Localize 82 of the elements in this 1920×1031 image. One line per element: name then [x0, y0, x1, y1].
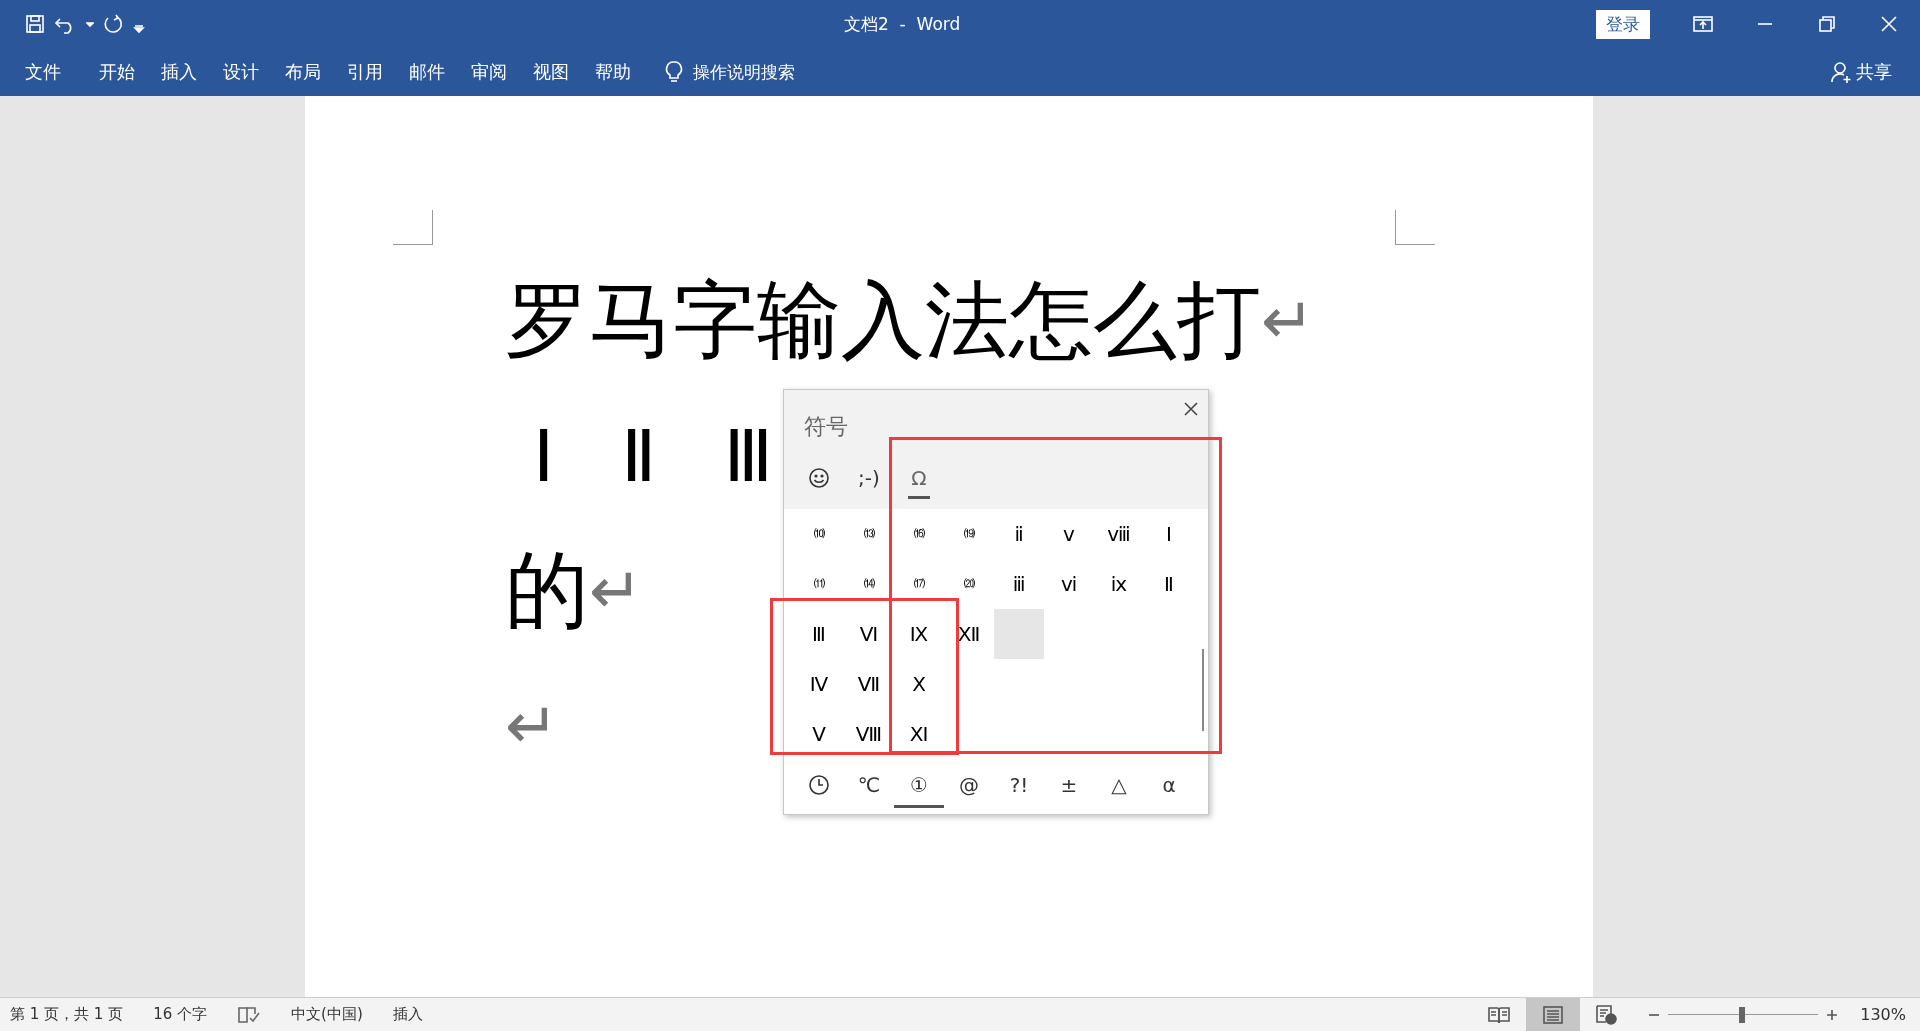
ribbon-tab[interactable]: 插入 [161, 60, 197, 84]
symbol-cell[interactable]: ⒃ [911, 523, 927, 544]
ribbon-tab[interactable]: 开始 [99, 60, 135, 84]
category-tab[interactable]: ① [894, 764, 944, 809]
symbol-tab[interactable]: ;-) [858, 459, 880, 499]
document-text: 的 [505, 539, 589, 641]
symbol-cell[interactable]: ⒇ [961, 573, 977, 594]
zoom-level[interactable]: 130% [1860, 1005, 1906, 1024]
smiley-icon [808, 466, 830, 489]
symbol-cell[interactable]: ⅲ [1011, 571, 1027, 596]
symbol-cell[interactable]: ⒁ [861, 573, 877, 594]
page-count[interactable]: 第 1 页，共 1 页 [10, 1005, 124, 1024]
share-button[interactable]: 共享 [1830, 60, 1892, 84]
symbol-cell[interactable]: ⒆ [961, 523, 977, 544]
sign-in-button[interactable]: 登录 [1596, 9, 1650, 39]
symbol-cell[interactable]: Ⅳ [809, 671, 829, 696]
scrollbar[interactable] [1202, 648, 1204, 731]
symbol-cell[interactable]: ⒀ [861, 523, 877, 544]
book-icon [1488, 1005, 1511, 1024]
restore-icon[interactable] [1819, 16, 1835, 32]
symbol-cell[interactable]: ⅵ [1060, 571, 1078, 596]
window-title: 文档2 - Word [844, 12, 962, 36]
symbol-cell[interactable]: ⅱ [1011, 521, 1027, 546]
redo-icon[interactable] [102, 13, 124, 35]
symbol-cell[interactable] [994, 608, 1044, 659]
ribbon-tab[interactable]: 文件 [25, 60, 61, 84]
insert-mode[interactable]: 插入 [392, 1005, 423, 1024]
panel-title: 符号 [804, 413, 848, 441]
symbol-cell[interactable]: ⒄ [911, 573, 927, 594]
symbol-cell[interactable]: Ⅰ [1161, 521, 1177, 546]
lightbulb-icon[interactable] [665, 60, 683, 84]
symbol-cell[interactable]: Ⅵ [859, 621, 879, 646]
symbol-cell[interactable]: ⑽ [811, 523, 827, 544]
ribbon-tab[interactable]: 邮件 [409, 60, 445, 84]
symbol-cell[interactable]: Ⅹ [911, 671, 927, 696]
ribbon-tab[interactable]: 设计 [223, 60, 259, 84]
tell-me-search[interactable]: 操作说明搜索 [693, 60, 795, 84]
category-tab[interactable]: α [1144, 764, 1194, 809]
document-text: Ⅰ Ⅱ Ⅲ [532, 413, 786, 498]
ribbon-tab[interactable]: 审阅 [471, 60, 507, 84]
symbol-tab[interactable]: Ω [908, 459, 930, 499]
category-tab[interactable]: @ [944, 764, 994, 809]
symbol-cell[interactable]: Ⅲ [811, 621, 827, 646]
symbol-cell[interactable]: Ⅶ [857, 671, 881, 696]
symbol-cell[interactable]: Ⅷ [855, 721, 883, 746]
category-tab[interactable]: ℃ [844, 764, 894, 809]
symbol-cell[interactable]: Ⅴ [811, 721, 827, 746]
close-icon[interactable] [1184, 402, 1198, 416]
ribbon-tab[interactable]: 布局 [285, 60, 321, 84]
paragraph-mark: ↵ [589, 553, 643, 628]
symbol-cell[interactable]: Ⅸ [909, 621, 929, 646]
symbol-cell[interactable]: Ⅱ [1161, 571, 1177, 596]
clock-icon [808, 773, 830, 796]
share-label[interactable]: 共享 [1856, 60, 1892, 84]
web-page-icon [1596, 1004, 1619, 1025]
ribbon-tab[interactable]: 引用 [347, 60, 383, 84]
page-icon [1543, 1005, 1564, 1024]
symbol-cell[interactable]: ⅸ [1110, 571, 1128, 596]
ribbon-tab[interactable]: 帮助 [595, 60, 631, 84]
category-tab[interactable]: △ [1094, 764, 1144, 809]
category-tab[interactable]: ?! [994, 764, 1044, 809]
symbol-cell[interactable]: ⅷ [1107, 521, 1131, 546]
print-view-button[interactable] [1526, 998, 1581, 1031]
document-text: 罗马字输入法怎么打 [505, 269, 1261, 371]
symbol-cell[interactable]: Ⅻ [957, 621, 981, 646]
language-indicator[interactable]: 中文(中国) [291, 1005, 363, 1024]
slider-thumb[interactable] [1738, 1006, 1745, 1023]
symbol-cell[interactable]: ⅴ [1061, 521, 1077, 546]
zoom-in-icon[interactable] [1826, 1008, 1839, 1021]
ribbon-tab[interactable]: 视图 [533, 60, 569, 84]
proofing-icon[interactable] [237, 1004, 262, 1025]
symbol-cell[interactable]: Ⅺ [909, 721, 929, 746]
save-icon[interactable] [24, 13, 46, 35]
paragraph-mark: ↵ [1261, 283, 1315, 358]
category-tab[interactable]: ± [1044, 764, 1094, 809]
corner-mark [393, 210, 433, 245]
paragraph-mark: ↵ [505, 688, 559, 763]
ribbon-display-icon[interactable] [1693, 15, 1713, 33]
symbol-cell[interactable]: ⑾ [811, 573, 827, 594]
corner-mark [1395, 210, 1435, 245]
word-count[interactable]: 16 个字 [153, 1005, 208, 1024]
person-add-icon [1830, 60, 1852, 84]
